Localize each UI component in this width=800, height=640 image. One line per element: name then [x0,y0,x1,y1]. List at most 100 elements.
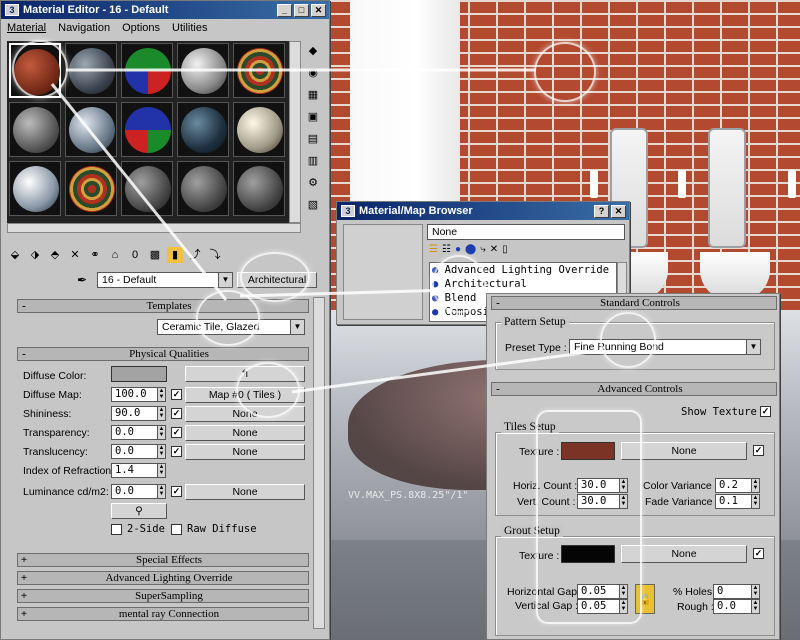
editor-scrollbar[interactable] [313,297,325,629]
material-effects-channel-icon[interactable]: 0 [127,247,143,263]
sample-slot[interactable] [65,161,117,216]
tile-texture-checkbox[interactable]: ✓ [753,445,764,456]
spinner-arrows[interactable]: ▲ ▼ [157,387,166,402]
sample-slot[interactable] [9,102,61,157]
go-forward-sibling-icon[interactable]: ⤵ [207,247,223,263]
slots-hscrollbar[interactable] [7,223,301,233]
sample-slot[interactable] [9,161,61,216]
shininess-checkbox[interactable]: ✓ [171,408,182,419]
menu-navigation[interactable]: Navigation [58,22,110,34]
rollout-special-effects[interactable]: + Special Effects [17,553,309,567]
options-icon[interactable]: ⚙ [305,175,321,191]
sample-slot[interactable] [177,43,229,98]
minimize-button[interactable]: _ [277,3,292,17]
preset-type-dropdown[interactable]: Fine Running Bond ▼ [569,339,761,355]
luminance-checkbox[interactable]: ✓ [171,486,182,497]
menu-utilities[interactable]: Utilities [172,22,207,34]
raw-diffuse-checkbox[interactable] [171,524,182,535]
translucency-map-button[interactable]: None [185,444,305,460]
update-scene-icon[interactable]: ⤷ [480,244,486,260]
color-variance-value[interactable]: 0.2 [715,478,751,493]
spinner-arrows[interactable]: ▲ ▼ [157,425,166,440]
video-color-check-icon[interactable]: ▤ [305,131,321,147]
sample-slot[interactable] [121,43,173,98]
rollout-standard-controls[interactable]: - Standard Controls [491,296,777,310]
sample-type-icon[interactable]: ◆ [305,43,321,59]
close-button[interactable]: ✕ [611,204,626,218]
sample-slot[interactable] [65,102,117,157]
translucency-value[interactable]: 0.0 [111,444,157,459]
reset-map-icon[interactable]: ✕ [67,247,83,263]
browser-name-field[interactable]: None [427,224,625,240]
sample-slot[interactable] [233,161,285,216]
close-button[interactable]: ✕ [311,3,326,17]
sample-slot[interactable] [233,102,285,157]
fade-variance-value[interactable]: 0.1 [715,494,751,509]
sample-slot[interactable] [121,102,173,157]
rollout-advanced-controls[interactable]: - Advanced Controls [491,382,777,396]
show-map-icon[interactable]: ▩ [147,247,163,263]
chevron-down-icon: ▼ [290,320,304,334]
uv-tiling-icon[interactable]: ▣ [305,109,321,125]
spinner-arrows[interactable]: ▲ ▼ [751,478,760,493]
menu-options[interactable]: Options [122,22,160,34]
help-button[interactable]: ? [594,204,609,218]
diffuse-map-checkbox[interactable]: ✓ [171,389,182,400]
make-unique-icon[interactable]: ⚭ [87,247,103,263]
transparency-value[interactable]: 0.0 [111,425,157,440]
material-name-field[interactable]: 16 - Default ▼ [97,272,233,288]
put-to-library-icon[interactable]: ⌂ [107,247,123,263]
luminance-map-button[interactable]: None [185,484,305,500]
spinner-arrows[interactable]: ▲ ▼ [751,599,760,614]
rollout-title: mental ray Connection [118,608,220,620]
spinner-arrows[interactable]: ▲ ▼ [157,463,166,478]
grout-texture-checkbox[interactable]: ✓ [753,548,764,559]
ior-value[interactable]: 1.4 [111,463,157,478]
shininess-value[interactable]: 90.0 [111,406,157,421]
view-list-icon[interactable]: ☰ [429,244,438,260]
rough-value[interactable]: 0.0 [713,599,751,614]
diffuse-color-swatch[interactable] [111,366,167,382]
background-icon[interactable]: ▦ [305,87,321,103]
go-to-parent-icon[interactable]: ⤴ [187,247,203,263]
sample-slot[interactable] [177,161,229,216]
select-by-material-icon[interactable]: ▧ [305,197,321,213]
translucency-checkbox[interactable]: ✓ [171,446,182,457]
backlight-icon[interactable]: ◉ [305,65,321,81]
transparency-map-button[interactable]: None [185,425,305,441]
spinner-arrows[interactable]: ▲ ▼ [157,406,166,421]
diffuse-map-amount[interactable]: 100.0 [111,387,157,402]
spinner-arrows[interactable]: ▲ ▼ [751,494,760,509]
sample-slot[interactable] [177,102,229,157]
rollout-mental-ray-connection[interactable]: + mental ray Connection [17,607,309,621]
show-texture-checkbox[interactable]: ✓ [760,406,771,417]
luminance-value[interactable]: 0.0 [111,484,157,499]
luminance-from-light-button[interactable]: ⚲ [111,503,167,519]
two-side-checkbox[interactable] [111,524,122,535]
spinner-arrows[interactable]: ▲ ▼ [157,484,166,499]
menu-material[interactable]: Material [7,22,46,34]
rollout-title: Physical Qualities [129,348,209,360]
slots-scrollbar[interactable] [289,41,301,223]
spinner-arrows[interactable]: ▲ ▼ [157,444,166,459]
rollout-physical-qualities[interactable]: - Physical Qualities [17,347,309,361]
material-name: 16 - Default [102,274,157,286]
maximize-button[interactable]: □ [294,3,309,17]
rollout-supersampling[interactable]: + SuperSampling [17,589,309,603]
put-material-icon[interactable]: ⬗ [27,247,43,263]
show-end-result-icon[interactable]: ▮ [167,247,183,263]
sample-slot[interactable] [65,43,117,98]
clear-library-icon[interactable]: ▯ [502,244,508,260]
transparency-checkbox[interactable]: ✓ [171,427,182,438]
rollout-advanced-lighting-override[interactable]: + Advanced Lighting Override [17,571,309,585]
wall-lamp [678,170,686,198]
sample-slot[interactable] [121,161,173,216]
get-material-icon[interactable]: ⬙ [7,247,23,263]
sample-slot[interactable] [233,43,285,98]
eyedropper-icon[interactable]: ✒ [77,273,87,287]
holes-value[interactable]: 0 [713,584,751,599]
spinner-arrows[interactable]: ▲ ▼ [751,584,760,599]
assign-material-icon[interactable]: ⬘ [47,247,63,263]
make-preview-icon[interactable]: ▥ [305,153,321,169]
delete-icon[interactable]: ✕ [490,244,498,260]
